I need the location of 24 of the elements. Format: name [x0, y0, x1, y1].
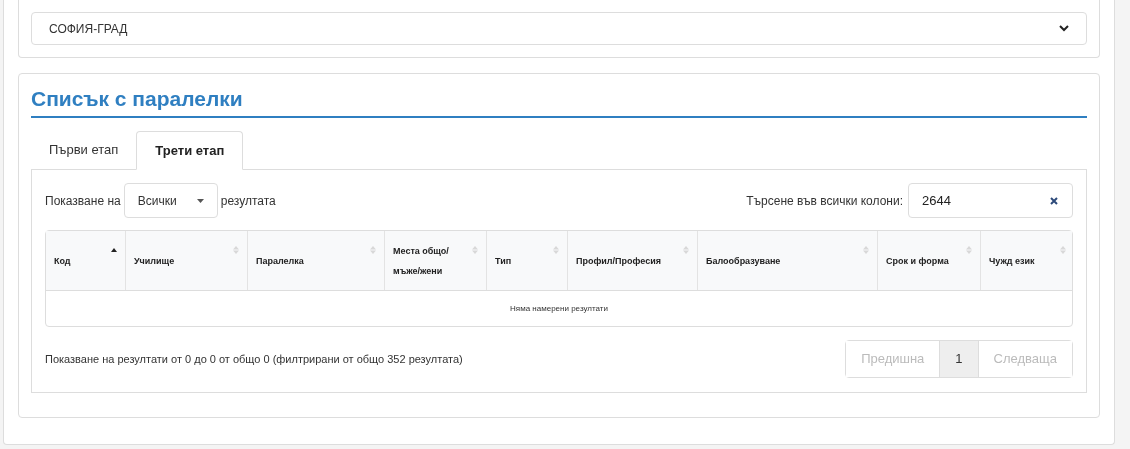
tab[interactable]: Трети етап	[136, 131, 244, 170]
column-header[interactable]: Паралелка	[248, 231, 385, 290]
empty-message: Няма намерени резултати	[510, 302, 608, 315]
column-header[interactable]: Код	[46, 231, 126, 290]
column-header[interactable]: Тип	[487, 231, 568, 290]
pagination-button[interactable]: 1	[940, 341, 979, 377]
search-field[interactable]: 2644	[908, 183, 1073, 218]
column-header[interactable]: Балообразуване	[698, 231, 878, 290]
region-select[interactable]: СОФИЯ-ГРАД	[31, 12, 1087, 45]
column-header[interactable]: Профил/Професия	[568, 231, 698, 290]
clear-icon[interactable]	[1050, 196, 1058, 205]
length-label: резултата	[220, 192, 276, 210]
length-label: Показване на	[45, 192, 121, 210]
caret-down-icon	[196, 198, 204, 203]
column-header[interactable]: Срок и форма	[878, 231, 981, 290]
tab[interactable]: Първи етап	[31, 130, 137, 169]
length-select[interactable]: Всички	[123, 183, 218, 218]
column-header[interactable]: Чужд език	[981, 231, 1074, 290]
column-header[interactable]: Училище	[126, 231, 248, 290]
section-title: Списък с паралелки	[31, 86, 1087, 118]
table-info: Показване на резултати от 0 до 0 от общо 0 (филтрирани от общо 352 резултата)	[45, 351, 463, 367]
column-header[interactable]: Места общо/ мъже/жени	[385, 231, 487, 290]
search-label: Търсене във всички колони:	[746, 192, 903, 210]
chevron-down-icon	[1059, 25, 1069, 32]
